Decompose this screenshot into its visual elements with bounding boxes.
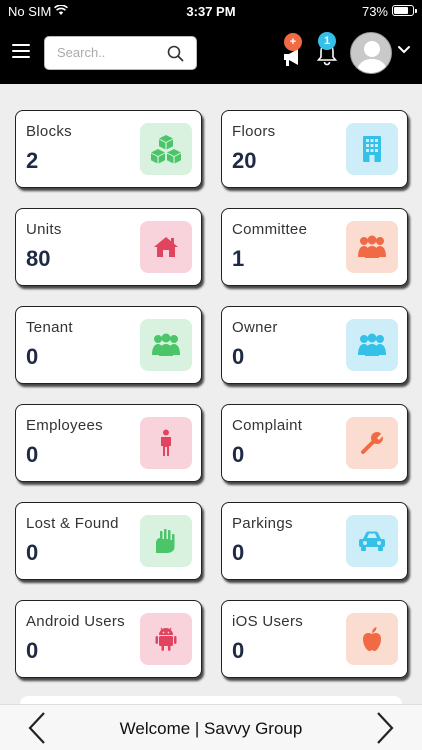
card-label: Blocks (26, 123, 72, 140)
search-input[interactable] (57, 45, 165, 60)
card-count: 2 (26, 148, 39, 173)
card-count: 1 (232, 246, 245, 271)
notifications-button[interactable]: 1 (314, 32, 340, 68)
card-blocks[interactable]: Blocks 2 (15, 110, 202, 188)
card-floors[interactable]: Floors 20 (221, 110, 408, 188)
cubes-icon (140, 123, 192, 175)
card-count: 0 (26, 638, 39, 663)
card-count: 0 (232, 638, 245, 663)
status-bar: No SIM 3:37 PM 73% (0, 0, 422, 22)
card-label: Units (26, 221, 62, 238)
car-icon (346, 515, 398, 567)
card-count: 0 (232, 344, 245, 369)
card-lost-found[interactable]: Lost & Found 0 (15, 502, 202, 580)
welcome-ticker: Welcome | Savvy Group (119, 719, 303, 738)
card-count: 0 (26, 442, 39, 467)
card-label: Lost & Found (26, 515, 119, 532)
android-icon (140, 613, 192, 665)
battery-icon (392, 5, 417, 16)
card-complaint[interactable]: Complaint 0 (221, 404, 408, 482)
chevron-right-icon[interactable] (374, 711, 396, 745)
hand-icon (140, 515, 192, 567)
home-icon (140, 221, 192, 273)
avatar[interactable] (350, 32, 392, 74)
battery-percentage: 73% (361, 4, 388, 19)
card-count: 80 (26, 246, 51, 271)
building-icon (346, 123, 398, 175)
card-count: 0 (232, 442, 245, 467)
card-committee[interactable]: Committee 1 (221, 208, 408, 286)
card-label: Owner (232, 319, 278, 336)
announcement-button[interactable]: + (278, 33, 308, 70)
card-label: Android Users (26, 613, 125, 630)
card-label: Complaint (232, 417, 303, 434)
group-icon (346, 221, 398, 273)
card-count: 0 (26, 344, 39, 369)
card-label: Parkings (232, 515, 293, 532)
app-header: + 1 (0, 22, 422, 84)
notification-badge: 1 (318, 32, 336, 50)
card-android-users[interactable]: Android Users 0 (15, 600, 202, 678)
announcement-badge: + (284, 33, 302, 51)
menu-icon[interactable] (12, 44, 30, 58)
wrench-icon (346, 417, 398, 469)
card-parkings[interactable]: Parkings 0 (221, 502, 408, 580)
bottom-ticker-bar: Welcome | Savvy Group (0, 704, 422, 750)
card-count: 0 (232, 540, 245, 565)
card-label: Floors (232, 123, 276, 140)
card-label: Tenant (26, 319, 73, 336)
chevron-down-icon[interactable] (397, 45, 411, 55)
search-icon[interactable] (167, 45, 184, 62)
card-ios-users[interactable]: iOS Users 0 (221, 600, 408, 678)
status-time: 3:37 PM (186, 4, 236, 19)
card-count: 0 (26, 540, 39, 565)
person-icon (140, 417, 192, 469)
card-label: iOS Users (232, 613, 304, 630)
users-icon (140, 319, 192, 371)
card-units[interactable]: Units 80 (15, 208, 202, 286)
card-employees[interactable]: Employees 0 (15, 404, 202, 482)
user-silhouette-icon (356, 41, 388, 73)
users-icon (346, 319, 398, 371)
card-count: 20 (232, 148, 257, 173)
apple-icon (346, 613, 398, 665)
card-label: Employees (26, 417, 103, 434)
search-box[interactable] (44, 36, 197, 70)
card-label: Committee (232, 221, 308, 238)
card-owner[interactable]: Owner 0 (221, 306, 408, 384)
card-tenant[interactable]: Tenant 0 (15, 306, 202, 384)
